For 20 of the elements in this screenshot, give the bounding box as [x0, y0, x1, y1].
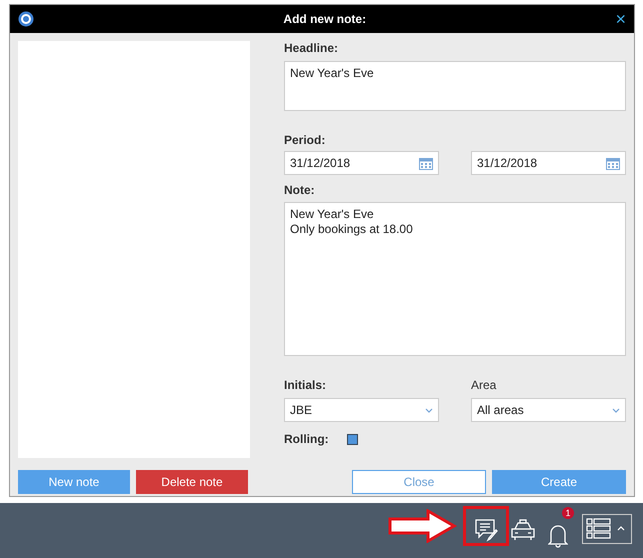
- note-label: Note:: [284, 183, 316, 197]
- initials-label: Initials:: [284, 378, 328, 392]
- rolling-checkbox[interactable]: [346, 434, 358, 444]
- window-title: Add new note:: [282, 12, 368, 26]
- note-field[interactable]: New Year's Eve Only bookings at 18.00: [284, 202, 626, 356]
- area-label: Area: [471, 378, 498, 392]
- rolling-label: Rolling:: [284, 432, 329, 446]
- initials-dropdown[interactable]: JBE: [284, 398, 439, 422]
- period-label: Period:: [284, 133, 326, 147]
- arrow-drawing: [388, 509, 458, 543]
- menu-list-icon[interactable]: [582, 512, 632, 546]
- delete-note-button[interactable]: Delete note: [136, 470, 248, 494]
- area-dropdown[interactable]: All areas: [471, 398, 626, 422]
- start-date-field[interactable]: 31/12/2018: [284, 151, 439, 175]
- chevron-down-icon: [425, 408, 433, 412]
- chevron-down-icon: [612, 408, 620, 412]
- headline-label: Headline:: [284, 41, 340, 55]
- end-date-field[interactable]: 31/12/2018: [471, 151, 626, 175]
- headline-field[interactable]: New Year's Eve: [284, 61, 626, 111]
- app-logo-icon: [18, 11, 34, 27]
